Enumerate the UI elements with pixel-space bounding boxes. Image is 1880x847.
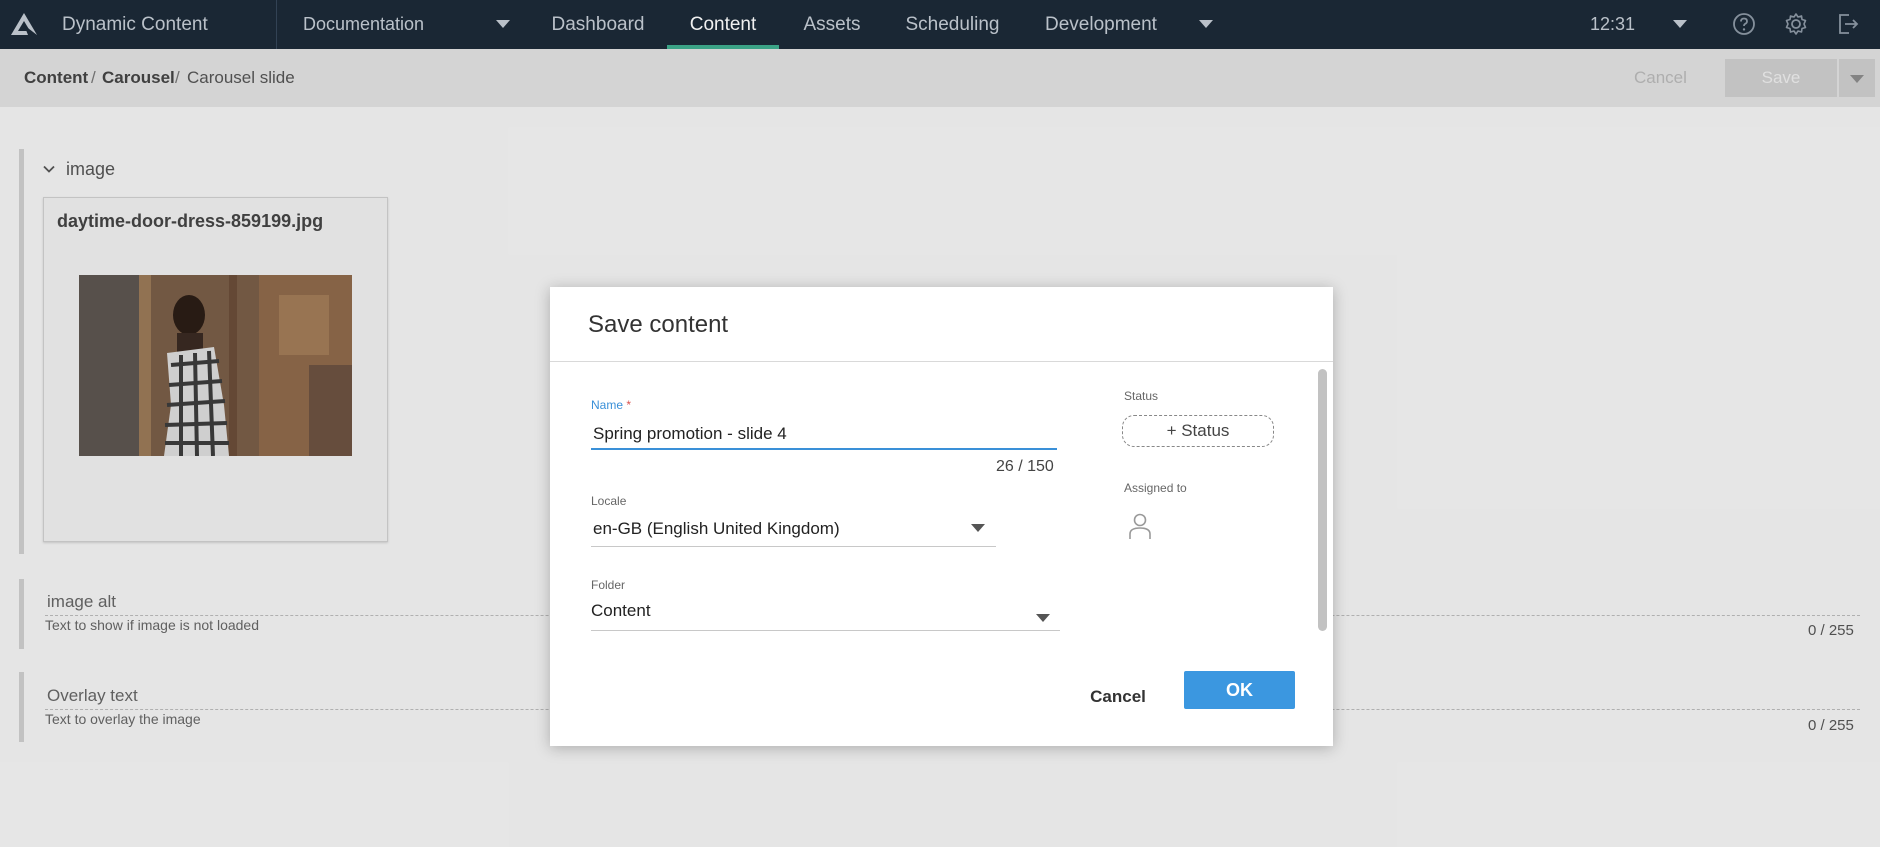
name-label: Name * [591, 398, 631, 412]
name-input[interactable] [591, 419, 1057, 450]
folder-select[interactable]: Content [591, 601, 651, 621]
folder-label: Folder [591, 578, 626, 592]
user-avatar-icon[interactable] [1128, 512, 1152, 540]
assigned-to-label: Assigned to [1124, 481, 1187, 495]
save-content-dialog: Save content Name * 26 / 150 Locale en-G… [550, 287, 1333, 746]
status-label: Status [1124, 389, 1159, 403]
dialog-title: Save content [588, 311, 729, 338]
required-marker: * [626, 398, 632, 412]
locale-select-underline [591, 546, 996, 547]
folder-select-underline [591, 630, 1060, 631]
dialog-cancel-button[interactable]: Cancel [1078, 681, 1158, 713]
dialog-scrollbar-thumb[interactable] [1318, 369, 1327, 631]
folder-chevron-down-icon[interactable] [1036, 614, 1050, 622]
locale-chevron-down-icon[interactable] [971, 524, 985, 532]
add-status-button[interactable]: + Status [1122, 415, 1274, 447]
dialog-divider [550, 361, 1333, 362]
dialog-ok-button[interactable]: OK [1184, 671, 1295, 709]
locale-select[interactable]: en-GB (English United Kingdom) [593, 519, 840, 539]
locale-label: Locale [591, 494, 627, 508]
name-character-count: 26 / 150 [996, 458, 1054, 475]
name-label-text: Name [591, 398, 624, 412]
